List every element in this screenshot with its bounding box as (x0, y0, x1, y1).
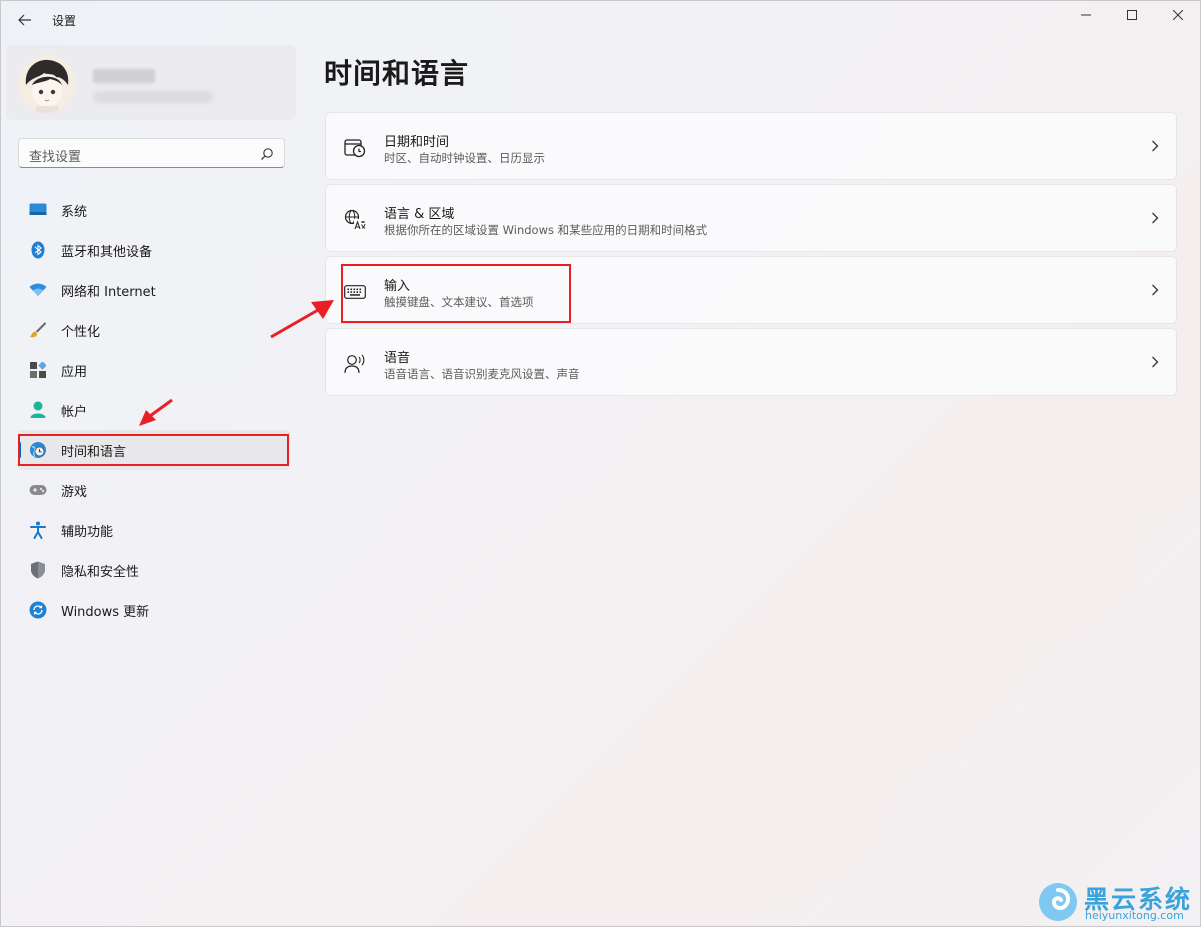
sidebar-nav: 系统 蓝牙和其他设备 网络和 Internet 个性化 应用 帐户 时间和语言 … (18, 190, 290, 630)
close-icon (1173, 10, 1183, 20)
card-description: 语音语言、语音识别麦克风设置、声音 (384, 367, 580, 381)
sidebar-item-windows-update[interactable]: Windows 更新 (18, 590, 290, 630)
chevron-right-icon (1148, 283, 1162, 297)
cloud-logo-icon (1039, 883, 1077, 921)
apps-icon (28, 360, 48, 380)
avatar (18, 55, 76, 113)
maximize-icon (1127, 10, 1137, 20)
card-description: 时区、自动时钟设置、日历显示 (384, 151, 545, 165)
card-description: 根据你所在的区域设置 Windows 和某些应用的日期和时间格式 (384, 223, 708, 237)
back-arrow-icon (18, 14, 31, 26)
wifi-icon (28, 280, 48, 300)
page-title: 时间和语言 (324, 57, 470, 90)
sidebar-item-apps[interactable]: 应用 (18, 350, 290, 390)
search-input[interactable]: 查找设置 (18, 138, 285, 168)
brush-icon (28, 320, 48, 340)
sidebar-item-privacy[interactable]: 隐私和安全性 (18, 550, 290, 590)
monitor-icon (28, 200, 48, 220)
sidebar-item-label: 个性化 (61, 324, 101, 340)
sidebar-item-bluetooth[interactable]: 蓝牙和其他设备 (18, 230, 290, 270)
sidebar-item-label: 应用 (61, 364, 88, 380)
card-title: 语音 (384, 351, 411, 366)
gamepad-icon (28, 480, 48, 500)
user-profile-card[interactable] (6, 45, 296, 120)
calendar-clock-icon (344, 137, 366, 159)
minimize-button[interactable] (1063, 0, 1109, 30)
sidebar-item-system[interactable]: 系统 (18, 190, 290, 230)
sidebar-item-personalization[interactable]: 个性化 (18, 310, 290, 350)
card-speech[interactable]: 语音 语音语言、语音识别麦克风设置、声音 (325, 328, 1177, 396)
speech-icon (344, 353, 366, 375)
account-icon (28, 400, 48, 420)
sidebar-item-accounts[interactable]: 帐户 (18, 390, 290, 430)
card-title: 日期和时间 (384, 135, 450, 150)
sidebar-item-label: 网络和 Internet (61, 284, 156, 300)
sidebar-item-network[interactable]: 网络和 Internet (18, 270, 290, 310)
annotation-highlight-box (18, 434, 289, 466)
search-icon[interactable] (260, 147, 274, 161)
back-button[interactable] (12, 8, 38, 32)
chevron-right-icon (1148, 139, 1162, 153)
shield-icon (28, 560, 48, 580)
watermark-url: heiyunxitong.com (1085, 909, 1184, 922)
sidebar-item-gaming[interactable]: 游戏 (18, 470, 290, 510)
sidebar-item-label: 辅助功能 (61, 524, 114, 540)
watermark: 黑云系统 heiyunxitong.com (1036, 878, 1194, 924)
accessibility-icon (28, 520, 48, 540)
chevron-right-icon (1148, 355, 1162, 369)
sidebar-item-label: Windows 更新 (61, 604, 150, 620)
bluetooth-icon (28, 240, 48, 260)
sidebar-item-label: 蓝牙和其他设备 (61, 244, 153, 260)
minimize-icon (1081, 14, 1091, 16)
title-bar: 设置 (0, 0, 1201, 40)
settings-cards: 日期和时间 时区、自动时钟设置、日历显示 语言 & 区域 根据你所在的区域设置 … (325, 112, 1177, 400)
search-placeholder: 查找设置 (29, 150, 82, 165)
sidebar-item-label: 游戏 (61, 484, 88, 500)
card-title: 语言 & 区域 (384, 207, 455, 222)
sidebar-item-label: 隐私和安全性 (61, 564, 140, 580)
card-language-region[interactable]: 语言 & 区域 根据你所在的区域设置 Windows 和某些应用的日期和时间格式 (325, 184, 1177, 252)
update-icon (28, 600, 48, 620)
app-title: 设置 (52, 14, 77, 28)
sidebar-item-accessibility[interactable]: 辅助功能 (18, 510, 290, 550)
close-button[interactable] (1155, 0, 1201, 30)
sidebar-item-label: 帐户 (61, 404, 88, 420)
email-redacted (93, 91, 213, 103)
language-icon (344, 209, 366, 231)
username-redacted (93, 69, 155, 83)
sidebar-item-label: 系统 (61, 204, 88, 220)
maximize-button[interactable] (1109, 0, 1155, 30)
chevron-right-icon (1148, 211, 1162, 225)
card-date-time[interactable]: 日期和时间 时区、自动时钟设置、日历显示 (325, 112, 1177, 180)
annotation-highlight-box (341, 264, 571, 323)
